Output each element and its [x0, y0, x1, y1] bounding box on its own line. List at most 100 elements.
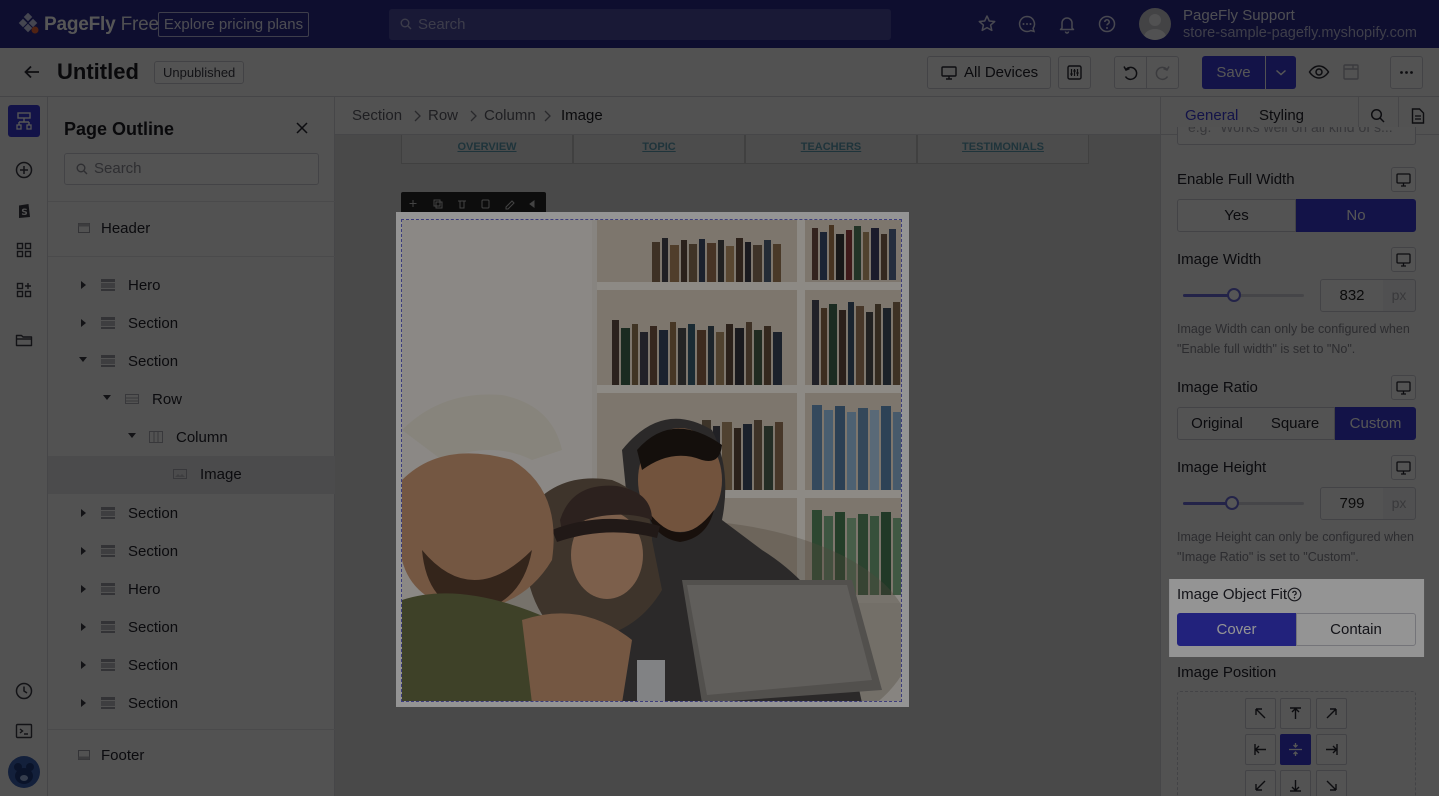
close-icon[interactable]: [295, 121, 309, 135]
outline-item-hero[interactable]: Hero: [48, 267, 335, 305]
nav-tab-overview[interactable]: OVERVIEW: [401, 135, 573, 164]
ratio-custom-button[interactable]: Custom: [1335, 407, 1416, 440]
tab-styling[interactable]: Styling: [1259, 107, 1304, 124]
ratio-original-button[interactable]: Original: [1177, 407, 1257, 440]
help-icon[interactable]: [1287, 587, 1302, 602]
full-width-yes-button[interactable]: Yes: [1177, 199, 1296, 232]
image-width-input[interactable]: 832: [1320, 279, 1384, 312]
position-top-button[interactable]: [1280, 698, 1311, 729]
caret-right-icon[interactable]: [80, 585, 86, 593]
position-right-button[interactable]: [1316, 734, 1347, 765]
section-block-icon: [101, 621, 115, 633]
tab-general[interactable]: General: [1185, 107, 1238, 124]
outline-item-footer[interactable]: Footer: [48, 737, 335, 775]
explore-pricing-button[interactable]: Explore pricing plans: [158, 12, 309, 37]
nav-tab-testimonials[interactable]: TESTIMONIALS: [917, 135, 1089, 164]
position-bottom-right-button[interactable]: [1316, 770, 1347, 796]
full-width-label: Enable Full Width: [1177, 171, 1295, 188]
page-title[interactable]: Untitled: [57, 59, 139, 85]
outline-item-section[interactable]: Section: [48, 685, 335, 723]
caret-right-icon[interactable]: [80, 509, 86, 517]
image-element[interactable]: [401, 219, 902, 702]
save-options-dropdown[interactable]: [1266, 56, 1296, 89]
more-options-button[interactable]: [1390, 56, 1423, 89]
folder-icon[interactable]: [14, 330, 34, 350]
back-arrow-icon[interactable]: [22, 62, 42, 82]
chevron-right-icon: [413, 110, 421, 122]
outline-item-section[interactable]: Section: [48, 533, 335, 571]
code-terminal-icon[interactable]: [14, 721, 34, 741]
chat-icon[interactable]: [1017, 14, 1037, 34]
outline-item-section[interactable]: Section: [48, 305, 335, 343]
star-icon[interactable]: [977, 14, 997, 34]
outline-item-row[interactable]: Row: [48, 381, 335, 419]
rail-outline-button[interactable]: [8, 105, 40, 137]
outline-search-input[interactable]: Search: [64, 153, 319, 185]
nav-tab-teachers[interactable]: TEACHERS: [745, 135, 917, 164]
outline-item-image-selected[interactable]: Image: [48, 456, 335, 494]
position-left-button[interactable]: [1245, 734, 1276, 765]
desktop-device-icon[interactable]: [1391, 247, 1416, 272]
caret-right-icon[interactable]: [80, 281, 86, 289]
outline-item-section-expanded[interactable]: Section: [48, 343, 335, 381]
outline-item-section[interactable]: Section: [48, 495, 335, 533]
global-search-input[interactable]: Search: [389, 9, 891, 40]
caret-right-icon[interactable]: [80, 547, 86, 555]
settings-sliders-button[interactable]: [1058, 56, 1091, 89]
preview-eye-icon[interactable]: [1308, 62, 1330, 82]
position-top-left-button[interactable]: [1245, 698, 1276, 729]
object-fit-cover-button[interactable]: Cover: [1177, 613, 1296, 646]
caret-down-icon[interactable]: [79, 357, 87, 363]
publish-icon[interactable]: [1341, 62, 1361, 82]
history-clock-icon[interactable]: [14, 681, 34, 701]
save-button[interactable]: Save: [1202, 56, 1265, 89]
help-icon[interactable]: [1097, 14, 1117, 34]
caret-right-icon[interactable]: [80, 699, 86, 707]
caret-right-icon[interactable]: [80, 661, 86, 669]
caret-down-icon[interactable]: [128, 433, 136, 439]
desktop-device-icon[interactable]: [1391, 375, 1416, 400]
breadcrumb-item[interactable]: Column: [484, 107, 536, 124]
position-center-button[interactable]: [1280, 734, 1311, 765]
chevron-right-icon: [543, 110, 551, 122]
ratio-square-button[interactable]: Square: [1256, 407, 1335, 440]
document-icon[interactable]: [1411, 108, 1425, 124]
image-height-slider-handle[interactable]: [1225, 496, 1239, 510]
layouts-grid-icon[interactable]: [14, 240, 34, 260]
alt-text-input[interactable]: e.g. "Works well on all kind of s...: [1177, 127, 1416, 145]
position-bottom-button[interactable]: [1280, 770, 1311, 796]
full-width-no-button[interactable]: No: [1296, 199, 1416, 232]
apps-icon[interactable]: [14, 280, 34, 300]
caret-right-icon[interactable]: [80, 623, 86, 631]
outline-item-section[interactable]: Section: [48, 609, 335, 647]
outline-item-section[interactable]: Section: [48, 647, 335, 685]
all-devices-button[interactable]: All Devices: [927, 56, 1051, 89]
search-icon[interactable]: [1370, 108, 1386, 124]
bell-icon[interactable]: [1057, 14, 1077, 34]
nav-tab-topic[interactable]: TOPIC: [573, 135, 745, 164]
image-height-input[interactable]: 799: [1320, 487, 1384, 520]
outline-item-header[interactable]: Header: [48, 210, 335, 248]
breadcrumb-item[interactable]: Row: [428, 107, 458, 124]
caret-right-icon[interactable]: [80, 319, 86, 327]
user-avatar[interactable]: [1139, 8, 1171, 40]
shopify-icon[interactable]: S: [14, 200, 34, 220]
redo-button[interactable]: [1146, 56, 1179, 89]
position-top-right-button[interactable]: [1316, 698, 1347, 729]
breadcrumb-item[interactable]: Section: [352, 107, 402, 124]
object-fit-contain-button[interactable]: Contain: [1296, 613, 1416, 646]
caret-down-icon[interactable]: [103, 395, 111, 401]
add-element-icon[interactable]: [14, 160, 34, 180]
support-bear-avatar[interactable]: [8, 756, 40, 788]
image-width-slider-handle[interactable]: [1227, 288, 1241, 302]
desktop-device-icon[interactable]: [1391, 455, 1416, 480]
outline-item-hero[interactable]: Hero: [48, 571, 335, 609]
outline-item-label: Section: [128, 657, 179, 674]
desktop-device-icon[interactable]: [1391, 167, 1416, 192]
user-name[interactable]: PageFly Support: [1183, 7, 1295, 24]
user-store[interactable]: store-sample-pagefly.myshopify.com: [1183, 25, 1417, 41]
undo-button[interactable]: [1114, 56, 1147, 89]
breadcrumb: Section Row Column Image: [335, 97, 1160, 135]
position-bottom-left-button[interactable]: [1245, 770, 1276, 796]
outline-item-column[interactable]: Column: [48, 419, 335, 457]
